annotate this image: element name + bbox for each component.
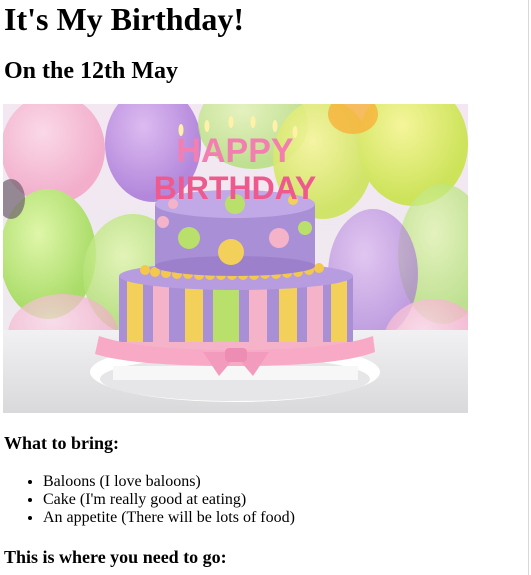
page-title: It's My Birthday! [4, 1, 244, 37]
what-to-bring-heading: What to bring: [4, 433, 120, 453]
what-to-bring-list: Baloons (I love baloons) Cake (I'm reall… [0, 473, 295, 527]
birthday-cake-image: HAPPY BIRTHDAY [3, 104, 468, 413]
directions-heading: This is where you need to go: [4, 547, 227, 567]
page: It's My Birthday! On the 12th May HAPPY … [0, 0, 529, 575]
cake-candle-text-top: HAPPY [176, 132, 293, 170]
list-item: An appetite (There will be lots of food) [43, 509, 295, 527]
cake-candle-text-bottom: BIRTHDAY [154, 170, 316, 206]
list-item: Baloons (I love baloons) [43, 473, 295, 491]
page-subtitle: On the 12th May [4, 58, 178, 84]
cake-bottom-tier [95, 262, 375, 376]
list-item: Cake (I'm really good at eating) [43, 491, 295, 509]
